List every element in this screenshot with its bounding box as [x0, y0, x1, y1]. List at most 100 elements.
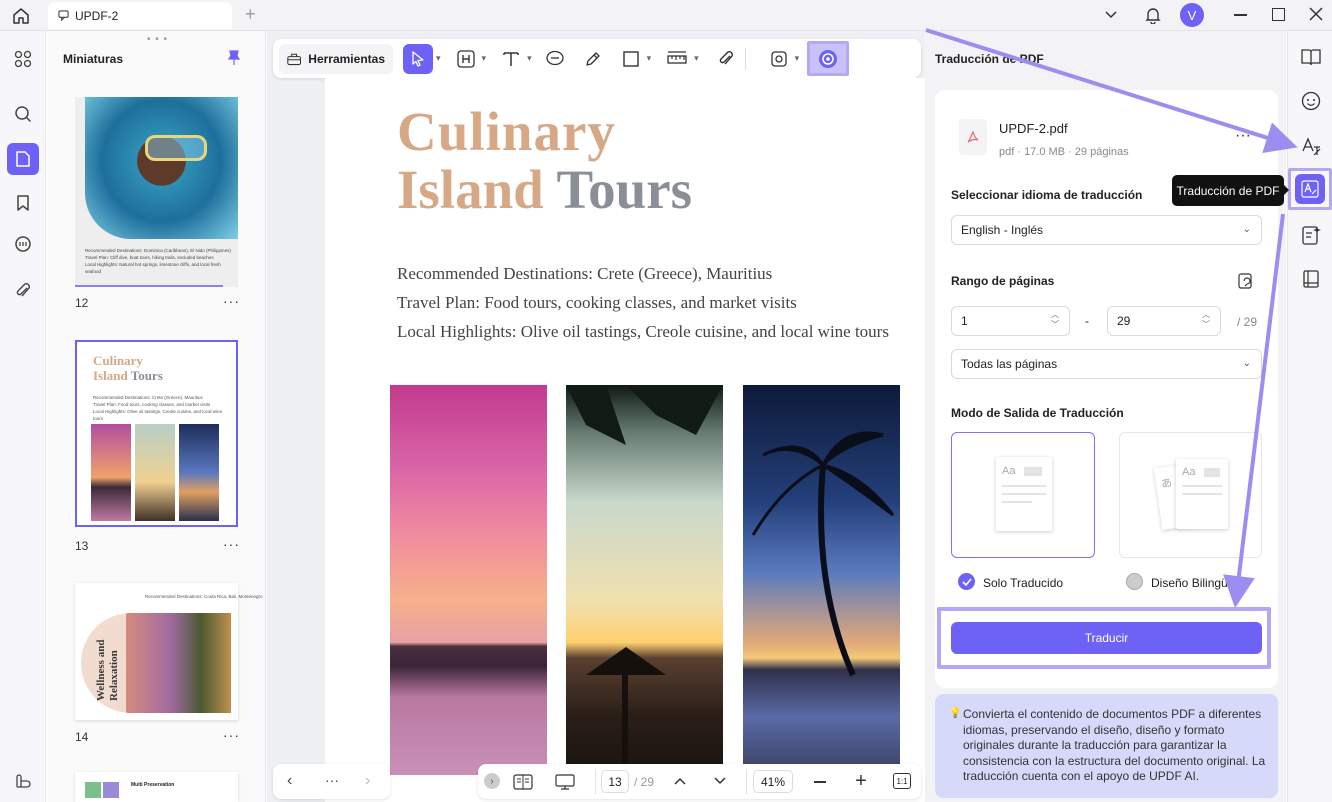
select-tool-button[interactable]: [403, 43, 433, 74]
shape-tool-button[interactable]: [618, 44, 644, 74]
chevron-right-icon[interactable]: ›: [365, 772, 370, 790]
more-button[interactable]: ···: [325, 772, 339, 788]
comment-tool-button[interactable]: [542, 44, 568, 74]
document-page: Culinary Island Tours Recommended Destin…: [325, 78, 925, 802]
tools-button[interactable]: Herramientas: [279, 43, 393, 74]
grid-icon[interactable]: [7, 43, 39, 75]
thumbnail-page-13[interactable]: Culinary Island Tours Recommended Destin…: [75, 340, 238, 527]
close-icon[interactable]: [1308, 6, 1324, 22]
language-value: English - Inglés: [961, 223, 1044, 237]
new-tab-button[interactable]: +: [245, 4, 256, 25]
presentation-icon[interactable]: [554, 772, 576, 792]
chevron-down-icon[interactable]: ▾: [482, 53, 487, 64]
option-card-bilingual[interactable]: あ Aa: [1119, 432, 1262, 558]
ai-assistant-button[interactable]: [807, 41, 850, 76]
document-title-word: Island: [397, 159, 544, 220]
zoom-in-button[interactable]: +: [852, 770, 870, 792]
search-icon[interactable]: [7, 98, 39, 130]
file-meta: pdf · 17.0 MB · 29 páginas: [999, 146, 1129, 158]
thumbnail-page-12[interactable]: Recommended Destinations: Dominica (Cari…: [75, 97, 238, 287]
chevron-down-icon[interactable]: ▾: [436, 53, 441, 64]
language-select[interactable]: English - Inglés ⌄: [951, 215, 1262, 245]
pdf-translate-icon[interactable]: [1295, 174, 1325, 204]
maximize-button[interactable]: [1272, 8, 1285, 21]
stamp-icon: [771, 50, 787, 67]
collapse-icon[interactable]: ›: [484, 773, 500, 789]
chevron-down-icon[interactable]: ▾: [527, 53, 532, 64]
zoom-out-button[interactable]: [814, 781, 826, 783]
stamp-tool-button[interactable]: [766, 44, 792, 74]
document-body-line: Travel Plan: Food tours, cooking classes…: [397, 293, 797, 312]
thumbnail-page-14[interactable]: Recommended Destinations: Costa Rica, Ba…: [75, 583, 263, 720]
fit-page-button[interactable]: 1:1: [893, 773, 911, 789]
ai-summary-icon[interactable]: [1296, 220, 1326, 250]
tools-label: Herramientas: [308, 51, 385, 66]
chevron-down-icon[interactable]: ▾: [795, 53, 800, 64]
ai-face-icon[interactable]: [1296, 86, 1326, 116]
attach-tool-button[interactable]: [713, 44, 739, 74]
chevron-down-icon[interactable]: ▾: [694, 53, 699, 64]
minimize-button[interactable]: [1234, 14, 1247, 16]
stepper-icon[interactable]: ︿ ﹀: [1051, 310, 1059, 330]
zoom-input[interactable]: 41%: [753, 770, 793, 793]
range-to-input[interactable]: 29 ︿ ﹀: [1107, 306, 1221, 336]
text-tool-button[interactable]: [498, 44, 524, 74]
document-tab[interactable]: UPDF-2: [48, 2, 232, 29]
chevron-left-icon[interactable]: ‹: [287, 772, 292, 790]
document-title-line2: Island Tours: [397, 158, 692, 221]
thumb-title: Wellness and: [95, 639, 107, 701]
chevron-down-icon[interactable]: [710, 772, 730, 790]
bookmark-icon[interactable]: [7, 187, 39, 219]
document-body-line: Local Highlights: Olive oil tastings, Cr…: [397, 322, 889, 341]
measure-tool-button[interactable]: [663, 44, 691, 74]
bell-icon[interactable]: [1142, 4, 1164, 26]
comment-icon: [545, 50, 564, 65]
page-input[interactable]: 13: [601, 770, 629, 793]
attachment-icon[interactable]: [7, 275, 39, 307]
document-title: Culinary: [397, 101, 616, 162]
more-options-icon[interactable]: ···: [223, 727, 240, 743]
heading-tool-button[interactable]: [453, 44, 479, 74]
highlight-tool-button[interactable]: [580, 44, 606, 74]
radio-only-translated[interactable]: [958, 573, 975, 590]
cursor-icon: [412, 50, 424, 67]
thumb-text-line: Travel Plan: Cliff dive, boat tours, hik…: [85, 255, 214, 260]
pin-icon[interactable]: [226, 49, 242, 67]
thumb-text-line: Local Highlights: Natural hot springs, l…: [85, 262, 221, 274]
thumb-text-line: Local Highlights: Olive oil tastings, Cr…: [93, 409, 223, 421]
stepper-icon[interactable]: ︿ ﹀: [1202, 310, 1210, 330]
comments-icon[interactable]: [7, 229, 39, 261]
thumb-photo: [135, 424, 175, 521]
reset-range-icon[interactable]: [1235, 270, 1257, 292]
document-preview-icon: Aa: [996, 457, 1052, 531]
document-title-word: Tours: [556, 159, 693, 220]
more-options-icon[interactable]: ···: [1235, 127, 1251, 145]
thumb-text-line: Travel Plan: Food tours, cooking classes…: [93, 402, 211, 407]
thumb-title: Culinary: [93, 353, 143, 368]
page-number: 14: [75, 730, 89, 744]
range-to-value: 29: [1117, 314, 1131, 328]
layers-icon[interactable]: [7, 765, 39, 797]
more-options-icon[interactable]: ···: [223, 293, 240, 309]
avatar[interactable]: V: [1180, 3, 1204, 27]
ruler-icon: [667, 50, 687, 64]
chevron-down-icon[interactable]: ▾: [647, 53, 652, 64]
reader-icon[interactable]: [1296, 42, 1326, 72]
more-options-icon[interactable]: ···: [223, 536, 240, 552]
file-name: UPDF-2.pdf: [999, 121, 1068, 136]
translate-button[interactable]: Traducir: [951, 622, 1262, 654]
chevron-down-icon[interactable]: [1102, 6, 1120, 24]
page-layout-icon[interactable]: [512, 772, 534, 792]
chevron-up-icon[interactable]: [670, 772, 690, 790]
translate-icon[interactable]: [1296, 131, 1326, 161]
drag-handle[interactable]: • • •: [147, 34, 168, 45]
range-from-input[interactable]: 1 ︿ ﹀: [951, 306, 1070, 336]
home-icon[interactable]: [10, 5, 32, 27]
book-icon[interactable]: [1296, 264, 1326, 294]
radio-bilingual[interactable]: [1126, 573, 1143, 590]
option-card-only-translated[interactable]: Aa: [951, 432, 1095, 558]
document-body-line: Recommended Destinations: Crete (Greece)…: [397, 264, 773, 283]
thumbnail-page-15[interactable]: Multi Preservation: [75, 772, 238, 802]
range-select[interactable]: Todas las páginas ⌄: [951, 349, 1262, 379]
thumbnails-icon[interactable]: [7, 143, 39, 175]
